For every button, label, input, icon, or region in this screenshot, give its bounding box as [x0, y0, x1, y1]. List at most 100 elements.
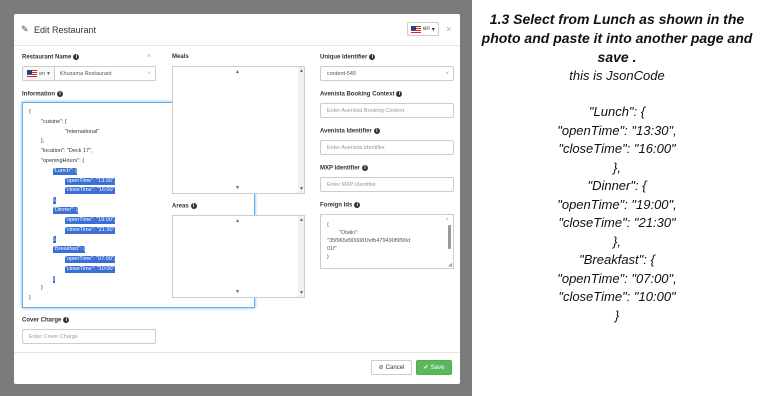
foreign-id-line: 01f": [327, 246, 337, 252]
meals-scrollbar[interactable]: ▲ ▼: [298, 67, 304, 193]
instructions-subtitle: this is JsonCode: [569, 68, 665, 83]
code-line: "closeTime": "16:00": [65, 187, 115, 195]
instruction-code-line: "openTime": "13:30",: [557, 122, 677, 138]
scroll-down-icon[interactable]: ▼: [235, 185, 240, 191]
instruction-code-line: },: [613, 159, 621, 175]
instructions-title: 1.3 Select from Lunch as shown in the ph…: [481, 11, 753, 65]
check-icon: ✔: [423, 365, 429, 371]
info-icon: i: [369, 54, 376, 60]
cancel-icon: ⊘: [378, 365, 384, 371]
code-line: "Breakfast": {: [53, 246, 86, 254]
scroll-up-icon[interactable]: ▲: [299, 68, 304, 74]
unique-identifier-value: content-545: [327, 70, 357, 77]
language-label: en: [39, 70, 46, 77]
restaurant-name-field[interactable]: en ▾ Khuzama Restaurant ×: [22, 66, 156, 81]
cover-charge-input[interactable]: Enter Cover Charge: [22, 329, 156, 344]
code-line: }: [29, 295, 31, 302]
modal-title: Edit Restaurant: [34, 25, 97, 35]
areas-scrollbar[interactable]: ▲ ▼: [298, 216, 304, 297]
instruction-code-line: "Breakfast": {: [579, 252, 655, 267]
info-icon: i: [190, 203, 197, 209]
instruction-code-line: "openTime": "19:00",: [557, 196, 677, 212]
code-line: }: [41, 285, 43, 292]
language-label: en: [423, 26, 430, 32]
info-icon: i: [73, 54, 80, 60]
caret-down-icon: ▾: [431, 26, 435, 33]
code-line: {: [29, 109, 31, 115]
code-line: "International": [65, 128, 100, 135]
cancel-label: Cancel: [385, 364, 405, 371]
foreign-ids-editor[interactable]: × {"Otalio": "35f965d900081fefb479490f9f9…: [320, 214, 454, 269]
code-line: "closeTime": "21:30": [65, 226, 115, 234]
scroll-down-icon[interactable]: ▼: [235, 289, 240, 295]
scroll-up-icon[interactable]: ▲: [235, 218, 240, 224]
foreign-id-line: }: [327, 254, 329, 260]
clear-icon[interactable]: ×: [445, 71, 449, 77]
scroll-up-icon[interactable]: ▲: [299, 217, 304, 223]
scroll-up-icon[interactable]: ▲: [235, 69, 240, 75]
code-line: "cuisine": [: [41, 118, 67, 125]
code-line: },: [53, 197, 57, 205]
instruction-code-line: "openTime": "07:00",: [557, 270, 677, 286]
info-icon: i: [361, 165, 368, 171]
foreign-ids-scrollbar[interactable]: [448, 225, 451, 249]
mxp-identifier-label: MXP Identifier i: [320, 165, 368, 172]
cancel-button[interactable]: ⊘ Cancel: [371, 360, 412, 375]
code-line: "location": "Deck 17",: [41, 148, 93, 155]
code-line: ],: [41, 138, 45, 145]
code-line: "openTime": "07:00",: [65, 256, 116, 263]
info-icon: i: [63, 317, 70, 323]
information-label: Information i: [22, 91, 63, 98]
mxp-identifier-input[interactable]: Enter MXP Identifier: [320, 177, 454, 192]
foreign-id-line: "Otalio":: [339, 230, 359, 236]
info-icon: i: [57, 91, 63, 97]
foreign-id-line: {: [327, 222, 329, 228]
scroll-down-icon[interactable]: ▼: [299, 186, 304, 192]
us-flag-icon: [411, 25, 421, 33]
modal-header: ✎ Edit Restaurant en ▾ ×: [14, 14, 460, 46]
avenista-identifier-label: Avenista Identifier i: [320, 128, 380, 135]
code-line: "openTime": "13:30",: [65, 177, 116, 185]
modal-footer-divider: [14, 352, 460, 353]
areas-listbox[interactable]: ▲ ▲ ▼ ▼: [172, 215, 305, 298]
restaurant-name-lang-dropdown[interactable]: en ▾: [23, 67, 55, 80]
info-icon: i: [354, 202, 361, 208]
avenista-identifier-input[interactable]: Enter Avenista Identifier: [320, 140, 454, 155]
code-line: },: [53, 236, 57, 244]
info-icon: i: [373, 128, 380, 134]
info-icon: i: [396, 91, 403, 97]
scroll-down-icon[interactable]: ▼: [299, 290, 304, 296]
unique-identifier-label: Unique Identifier i: [320, 54, 376, 61]
code-line: "openingHours": {: [41, 158, 85, 164]
close-icon[interactable]: ×: [446, 24, 451, 34]
unique-identifier-input[interactable]: content-545 ×: [320, 66, 454, 81]
meals-listbox[interactable]: ▲ ▲ ▼ ▼: [172, 66, 305, 194]
code-line: "Lunch": {: [53, 167, 77, 175]
foreign-ids-label: Foreign Ids i: [320, 202, 361, 209]
instruction-code-line: },: [613, 233, 621, 249]
clear-icon[interactable]: ×: [147, 71, 151, 77]
code-line: "Dinner": {: [53, 207, 78, 214]
instruction-code-line: }: [614, 307, 620, 323]
instructions-panel: 1.3 Select from Lunch as shown in the ph…: [472, 10, 762, 325]
close-icon[interactable]: ×: [445, 217, 449, 223]
code-line: "closeTime": "10:00": [65, 265, 115, 273]
modal-backdrop: ✎ Edit Restaurant en ▾ × Restaurant Name…: [0, 0, 472, 396]
restaurant-name-value: Khuzama Restaurant: [59, 70, 112, 77]
code-line: }: [53, 275, 55, 283]
remove-icon[interactable]: ×: [147, 53, 151, 60]
caret-down-icon: ▾: [47, 70, 50, 77]
cover-charge-label: Cover Charge i: [22, 317, 70, 324]
edit-icon: ✎: [21, 24, 29, 34]
avenista-booking-label: Avenista Booking Context i: [320, 91, 403, 98]
resize-handle-icon[interactable]: ◢: [448, 262, 452, 268]
avenista-booking-input[interactable]: Enter Avenista Booking Context: [320, 103, 454, 118]
instruction-code-line: "Lunch": {: [588, 104, 646, 119]
language-dropdown[interactable]: en ▾: [407, 22, 439, 36]
instruction-code-line: "Dinner": {: [587, 178, 647, 193]
code-line: "openTime": "19:00",: [65, 216, 116, 224]
save-label: Save: [430, 364, 445, 371]
areas-label: Areas i: [172, 203, 197, 210]
save-button[interactable]: ✔ Save: [416, 360, 452, 375]
instruction-code-line: "closeTime": "21:30": [558, 215, 676, 230]
